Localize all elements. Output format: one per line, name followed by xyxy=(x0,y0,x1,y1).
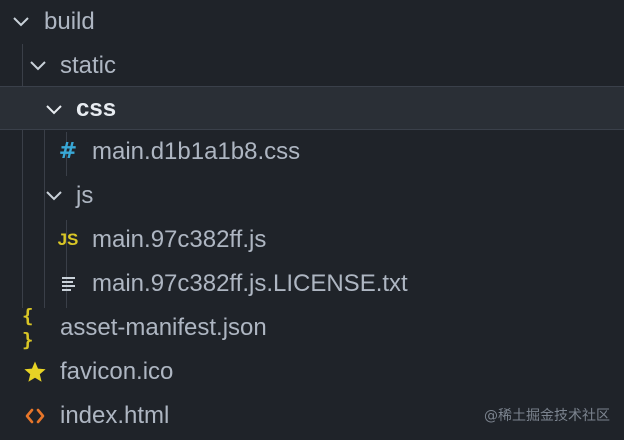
tree-item-label: asset-manifest.json xyxy=(60,314,267,341)
tree-item-label: main.97c382ff.js xyxy=(92,226,267,253)
json-braces-icon: { } xyxy=(22,305,33,351)
text-lines-icon xyxy=(56,272,82,296)
tree-item-label: main.d1b1a1b8.css xyxy=(92,138,301,165)
tree-item-label: index.html xyxy=(60,402,170,429)
chevron-down-icon[interactable] xyxy=(27,54,49,76)
html-brackets-icon xyxy=(22,404,48,428)
chevron-down-icon[interactable] xyxy=(43,184,65,206)
tree-item-static-folder[interactable]: static xyxy=(0,44,624,88)
tree-item-label: css xyxy=(76,95,117,122)
tree-item-js-file[interactable]: JS main.97c382ff.js xyxy=(0,218,624,262)
tree-item-label: js xyxy=(76,182,94,209)
file-explorer-tree: build static css # main.d1b1a1b8.css js … xyxy=(0,0,624,440)
javascript-icon: JS xyxy=(57,230,79,249)
tree-item-css-folder[interactable]: css xyxy=(0,86,624,130)
star-icon xyxy=(22,360,48,384)
css-hash-icon: # xyxy=(58,139,78,164)
tree-item-json-file[interactable]: { } asset-manifest.json xyxy=(0,305,624,351)
tree-item-label: favicon.ico xyxy=(60,358,174,385)
tree-item-js-folder[interactable]: js xyxy=(0,174,624,218)
tree-item-favicon-file[interactable]: favicon.ico xyxy=(0,350,624,394)
tree-item-label: build xyxy=(44,8,95,35)
tree-item-label: main.97c382ff.js.LICENSE.txt xyxy=(92,270,408,297)
tree-item-license-file[interactable]: main.97c382ff.js.LICENSE.txt xyxy=(0,262,624,306)
chevron-down-icon[interactable] xyxy=(43,98,65,120)
chevron-down-icon[interactable] xyxy=(10,10,32,32)
watermark-text: @稀土掘金技术社区 xyxy=(484,408,610,424)
tree-item-label: static xyxy=(60,52,117,79)
tree-item-css-file[interactable]: # main.d1b1a1b8.css xyxy=(0,130,624,174)
tree-item-build-folder[interactable]: build xyxy=(0,0,624,44)
